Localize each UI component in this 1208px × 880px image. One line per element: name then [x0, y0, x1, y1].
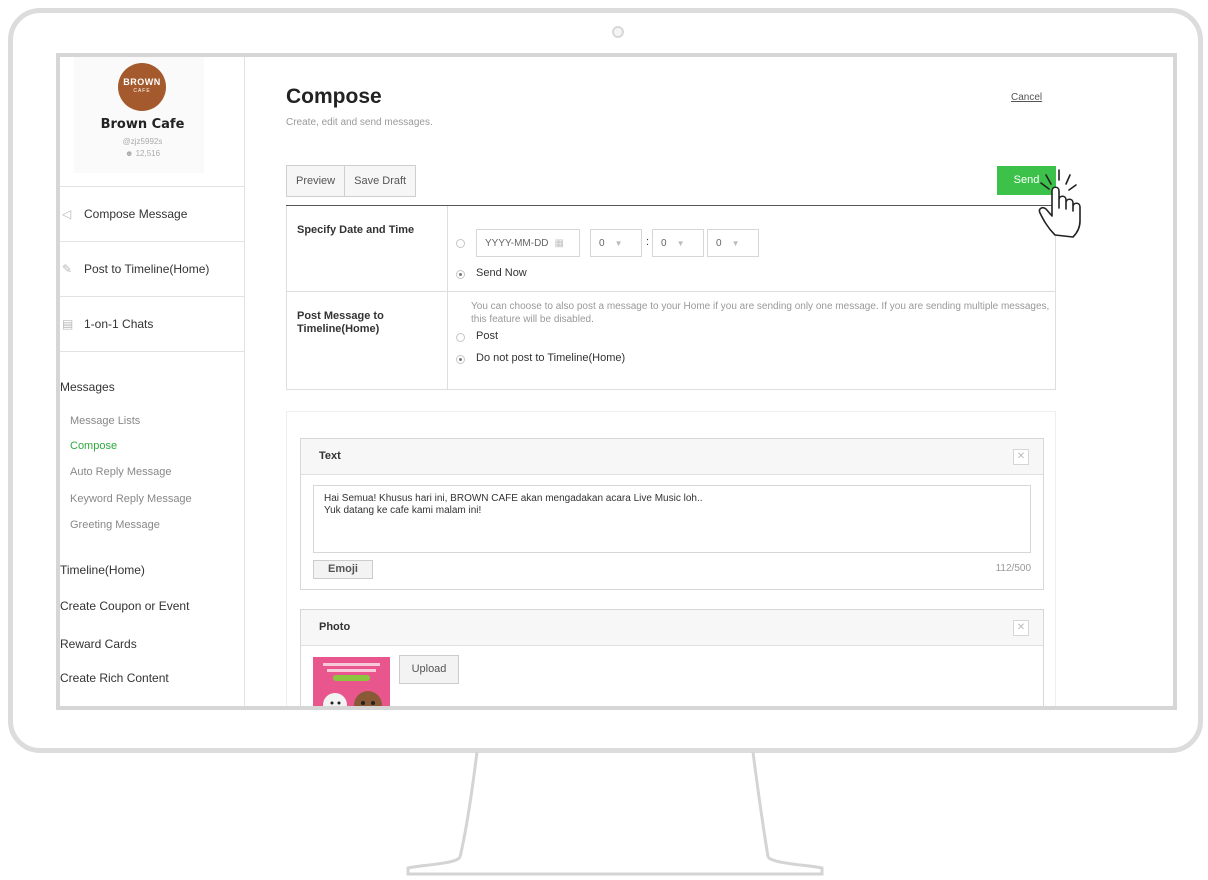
timeline-label: Post Message to Timeline(Home) [287, 292, 448, 389]
text-card-header: Text ✕ [301, 439, 1043, 475]
text-card: Text ✕ Hai Semua! Khusus hari ini, BROWN… [300, 438, 1044, 590]
profile-section: BROWN CAFE Brown Cafe @zjz5992s ☻ 12,516 [60, 57, 245, 187]
settings-table: Specify Date and Time YYYY-MM-DD ▦ 0 ▼ :… [286, 206, 1056, 390]
second-select[interactable]: 0 ▼ [707, 229, 759, 257]
calendar-icon: ▦ [554, 237, 564, 249]
page-title: Compose [286, 85, 382, 108]
post-option-label: Post [476, 330, 499, 342]
message-content-panel: Text ✕ Hai Semua! Khusus hari ini, BROWN… [286, 411, 1056, 706]
character-counter: 112/500 [995, 563, 1031, 574]
sidebar-item-greeting[interactable]: Greeting Message [70, 519, 160, 531]
emoji-button[interactable]: Emoji [313, 560, 373, 579]
section-create-coupon[interactable]: Create Coupon or Event [60, 599, 189, 613]
promo-image [313, 657, 390, 706]
camera-icon [612, 26, 624, 38]
upload-button[interactable]: Upload [399, 655, 459, 684]
main-content: Compose Create, edit and send messages. … [245, 57, 1173, 706]
sidebar-item-auto-reply[interactable]: Auto Reply Message [70, 466, 172, 478]
send-now-label: Send Now [476, 267, 527, 279]
radio-specify-time[interactable] [456, 239, 465, 248]
sidebar-item-keyword-reply[interactable]: Keyword Reply Message [70, 493, 192, 505]
radio-post[interactable] [456, 333, 465, 342]
nav-post-to-timeline[interactable]: ✎ Post to Timeline(Home) [60, 242, 245, 297]
chevron-down-icon: ▼ [676, 238, 685, 248]
account-id: @zjz5992s [122, 137, 163, 146]
message-text-input[interactable]: Hai Semua! Khusus hari ini, BROWN CAFE a… [313, 485, 1031, 553]
chat-icon: ▤ [62, 317, 74, 331]
megaphone-icon: ◁ [62, 207, 72, 221]
timeline-description: You can choose to also post a message to… [471, 301, 1050, 325]
section-timeline[interactable]: Timeline(Home) [60, 563, 145, 577]
close-icon[interactable]: ✕ [1013, 620, 1029, 636]
preview-button[interactable]: Preview [286, 165, 346, 197]
schedule-label: Specify Date and Time [287, 206, 448, 291]
close-icon[interactable]: ✕ [1013, 449, 1029, 465]
monitor-stand [406, 752, 824, 876]
nav-1on1-chats[interactable]: ▤ 1-on-1 Chats [60, 297, 245, 352]
chevron-down-icon: ▼ [731, 238, 740, 248]
sidebar: BROWN CAFE Brown Cafe @zjz5992s ☻ 12,516… [60, 57, 245, 706]
toolbar: Preview Save Draft [286, 165, 417, 197]
minute-select[interactable]: 0 ▼ [652, 229, 704, 257]
section-rich-content[interactable]: Create Rich Content [60, 671, 169, 685]
sidebar-item-compose[interactable]: Compose [70, 440, 117, 452]
time-colon: : [646, 236, 650, 248]
hour-select[interactable]: 0 ▼ [590, 229, 642, 257]
photo-card: Photo ✕ Upload [300, 609, 1044, 706]
radio-no-post[interactable] [456, 355, 465, 364]
pointer-hand-icon [1038, 169, 1081, 238]
radio-send-now[interactable] [456, 270, 465, 279]
section-messages[interactable]: Messages [60, 380, 115, 394]
nav-compose-message[interactable]: ◁ Compose Message [60, 187, 245, 242]
section-reward-cards[interactable]: Reward Cards [60, 637, 137, 651]
follower-count: ☻ 12,516 [124, 149, 161, 158]
edit-icon: ✎ [62, 262, 73, 276]
sidebar-item-message-lists[interactable]: Message Lists [70, 415, 140, 427]
date-input[interactable]: YYYY-MM-DD ▦ [476, 229, 580, 257]
schedule-row: Specify Date and Time YYYY-MM-DD ▦ 0 ▼ :… [287, 206, 1055, 291]
profile-card: BROWN CAFE Brown Cafe @zjz5992s ☻ 12,516 [74, 57, 204, 173]
save-draft-button[interactable]: Save Draft [345, 165, 417, 197]
person-icon: ☻ [124, 149, 134, 158]
screen: BROWN CAFE Brown Cafe @zjz5992s ☻ 12,516… [56, 53, 1177, 710]
photo-thumbnail [313, 657, 390, 706]
photo-card-header: Photo ✕ [301, 610, 1043, 646]
chevron-down-icon: ▼ [614, 238, 623, 248]
page-subtitle: Create, edit and send messages. [286, 117, 433, 128]
timeline-row: Post Message to Timeline(Home) You can c… [287, 292, 1055, 389]
cancel-link[interactable]: Cancel [1011, 92, 1042, 103]
brand-logo[interactable]: BROWN CAFE [118, 63, 166, 111]
no-post-option-label: Do not post to Timeline(Home) [476, 352, 626, 364]
account-name: Brown Cafe [100, 117, 185, 132]
